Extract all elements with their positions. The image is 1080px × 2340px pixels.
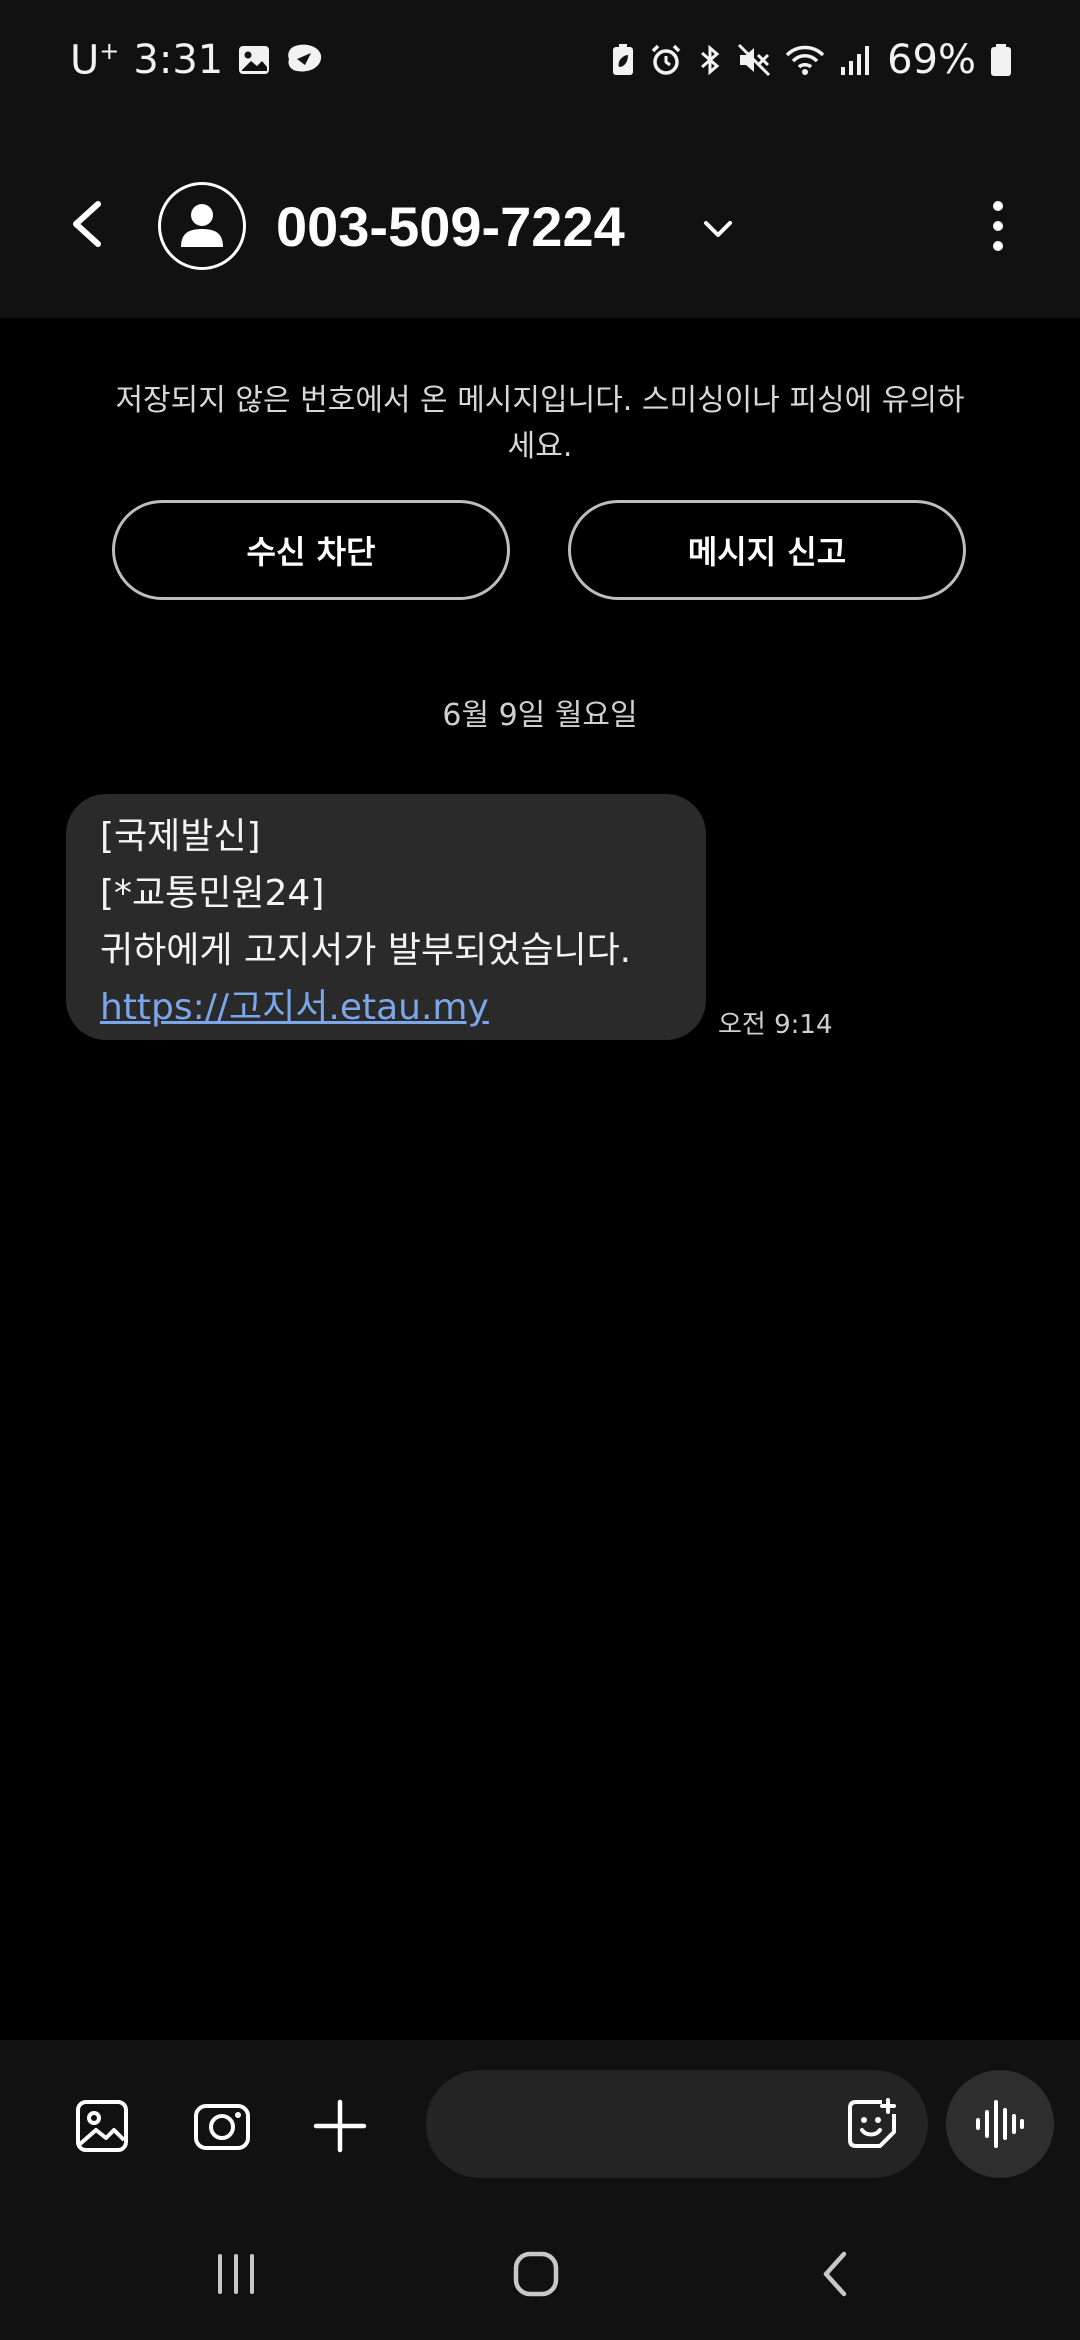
date-separator: 6월 9일 월요일 — [442, 698, 638, 733]
report-message-button[interactable]: 메시지 신고 — [568, 500, 966, 600]
battery-icon — [990, 43, 1012, 77]
status-right: 69% — [611, 30, 1012, 90]
carrier-name: U — [70, 37, 100, 84]
status-time: 3:31 — [133, 37, 224, 83]
signal-icon — [839, 43, 873, 77]
message-bubble[interactable]: [국제발신] [*교통민원24] 귀하에게 고지서가 발부되었습니다. http… — [66, 794, 706, 1040]
message-line: [*교통민원24] — [100, 873, 325, 914]
conversation-header: 003-509-7224 — [0, 118, 1080, 318]
home-icon[interactable] — [506, 2244, 566, 2304]
bluetooth-icon — [697, 43, 723, 77]
message-line: [국제발신] — [100, 816, 261, 857]
camera-icon[interactable] — [190, 2094, 254, 2158]
recents-icon[interactable] — [206, 2244, 266, 2304]
status-left: U+ 3:31 — [70, 30, 325, 90]
chevron-down-icon[interactable] — [700, 212, 736, 248]
wifi-icon — [785, 43, 825, 77]
talk-notification-icon — [285, 43, 325, 77]
person-icon — [181, 204, 223, 247]
back-arrow-icon[interactable] — [60, 196, 116, 252]
message-input-container[interactable] — [426, 2070, 928, 2178]
system-nav-bar — [0, 2208, 1080, 2340]
message-composer — [0, 2040, 1080, 2208]
status-bar: U+ 3:31 69% — [0, 0, 1080, 118]
message-line: 귀하에게 고지서가 발부되었습니다. — [100, 930, 632, 971]
contact-number[interactable]: 003-509-7224 — [276, 188, 625, 266]
more-vert-icon[interactable] — [974, 198, 1022, 254]
plus-icon[interactable] — [308, 2094, 372, 2158]
carrier-label: U+ — [70, 37, 119, 83]
back-icon[interactable] — [808, 2244, 868, 2304]
mute-icon — [737, 43, 771, 77]
battery-saver-icon — [611, 43, 635, 77]
carrier-sup: + — [99, 36, 120, 65]
image-notification-icon — [237, 43, 271, 77]
contact-avatar[interactable] — [158, 182, 246, 270]
unsaved-number-warning: 저장되지 않은 번호에서 온 메시지입니다. 스미싱이나 피싱에 유의하세요. — [115, 383, 965, 464]
voice-icon — [976, 2100, 1024, 2148]
gallery-icon[interactable] — [70, 2094, 134, 2158]
message-link[interactable]: https://고지서.etau.my — [100, 987, 489, 1028]
sticker-icon[interactable] — [842, 2094, 902, 2154]
message-timestamp: 오전 9:14 — [718, 1010, 833, 1040]
message-input[interactable] — [466, 2094, 830, 2156]
block-number-button[interactable]: 수신 차단 — [112, 500, 510, 600]
alarm-icon — [649, 43, 683, 77]
battery-percent: 69% — [887, 37, 976, 83]
voice-record-button[interactable] — [946, 2070, 1054, 2178]
